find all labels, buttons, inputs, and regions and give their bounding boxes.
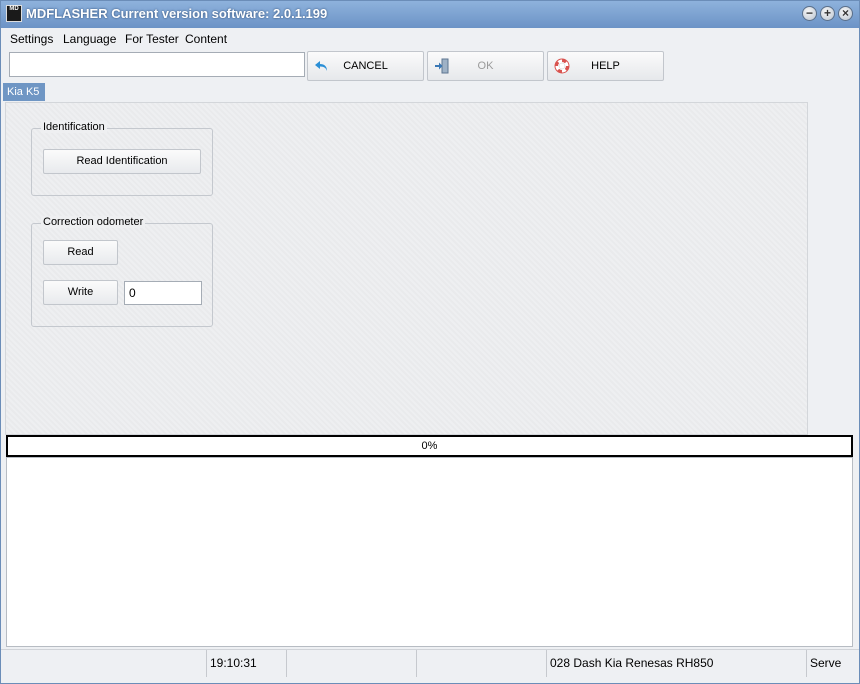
status-time: 19:10:31: [206, 650, 286, 677]
status-device: 028 Dash Kia Renesas RH850: [546, 650, 806, 677]
tab-kia-k5[interactable]: Kia K5: [3, 83, 45, 101]
close-icon: ×: [841, 6, 849, 20]
toolbar: CANCEL OK HELP: [1, 49, 859, 83]
progress-bar: 0%: [6, 435, 853, 457]
odometer-group: Correction odometer Read Write 0: [31, 216, 213, 327]
read-odometer-button[interactable]: Read: [43, 240, 118, 265]
identification-title: Identification: [41, 121, 107, 133]
status-cell-3: [286, 650, 416, 677]
read-identification-button[interactable]: Read Identification: [43, 149, 201, 174]
menu-for-tester[interactable]: For Tester: [125, 32, 179, 46]
identification-group: Identification Read Identification: [31, 121, 213, 196]
app-logo-icon: MD: [6, 5, 22, 22]
close-button[interactable]: ×: [838, 6, 853, 21]
minimize-icon: −: [805, 6, 813, 20]
log-output[interactable]: [6, 457, 853, 647]
progress-text: 0%: [421, 440, 438, 452]
toolbar-input[interactable]: [9, 52, 305, 77]
menu-settings[interactable]: Settings: [10, 32, 53, 46]
odometer-title: Correction odometer: [41, 216, 146, 228]
status-cell-1: [5, 650, 205, 677]
menu-bar: Settings Language For Tester Content: [1, 28, 859, 49]
status-bar: 19:10:31 028 Dash Kia Renesas RH850 Serv…: [1, 649, 859, 677]
function-panel: Identification Read Identification Corre…: [5, 102, 808, 435]
status-cell-4: [416, 650, 546, 677]
window-title: MDFLASHER Current version software: 2.0.…: [26, 6, 328, 21]
minimize-button[interactable]: −: [802, 6, 817, 21]
maximize-button[interactable]: +: [820, 6, 835, 21]
app-window: MD MDFLASHER Current version software: 2…: [0, 0, 860, 684]
menu-content[interactable]: Content: [185, 32, 227, 46]
cancel-button[interactable]: CANCEL: [307, 51, 424, 81]
ok-button[interactable]: OK: [427, 51, 544, 81]
status-server: Serve: [806, 650, 854, 677]
menu-language[interactable]: Language: [63, 32, 116, 46]
title-bar[interactable]: MD MDFLASHER Current version software: 2…: [1, 1, 859, 28]
write-odometer-button[interactable]: Write: [43, 280, 118, 305]
odometer-value-input[interactable]: 0: [124, 281, 202, 305]
help-button[interactable]: HELP: [547, 51, 664, 81]
maximize-icon: +: [823, 6, 831, 20]
